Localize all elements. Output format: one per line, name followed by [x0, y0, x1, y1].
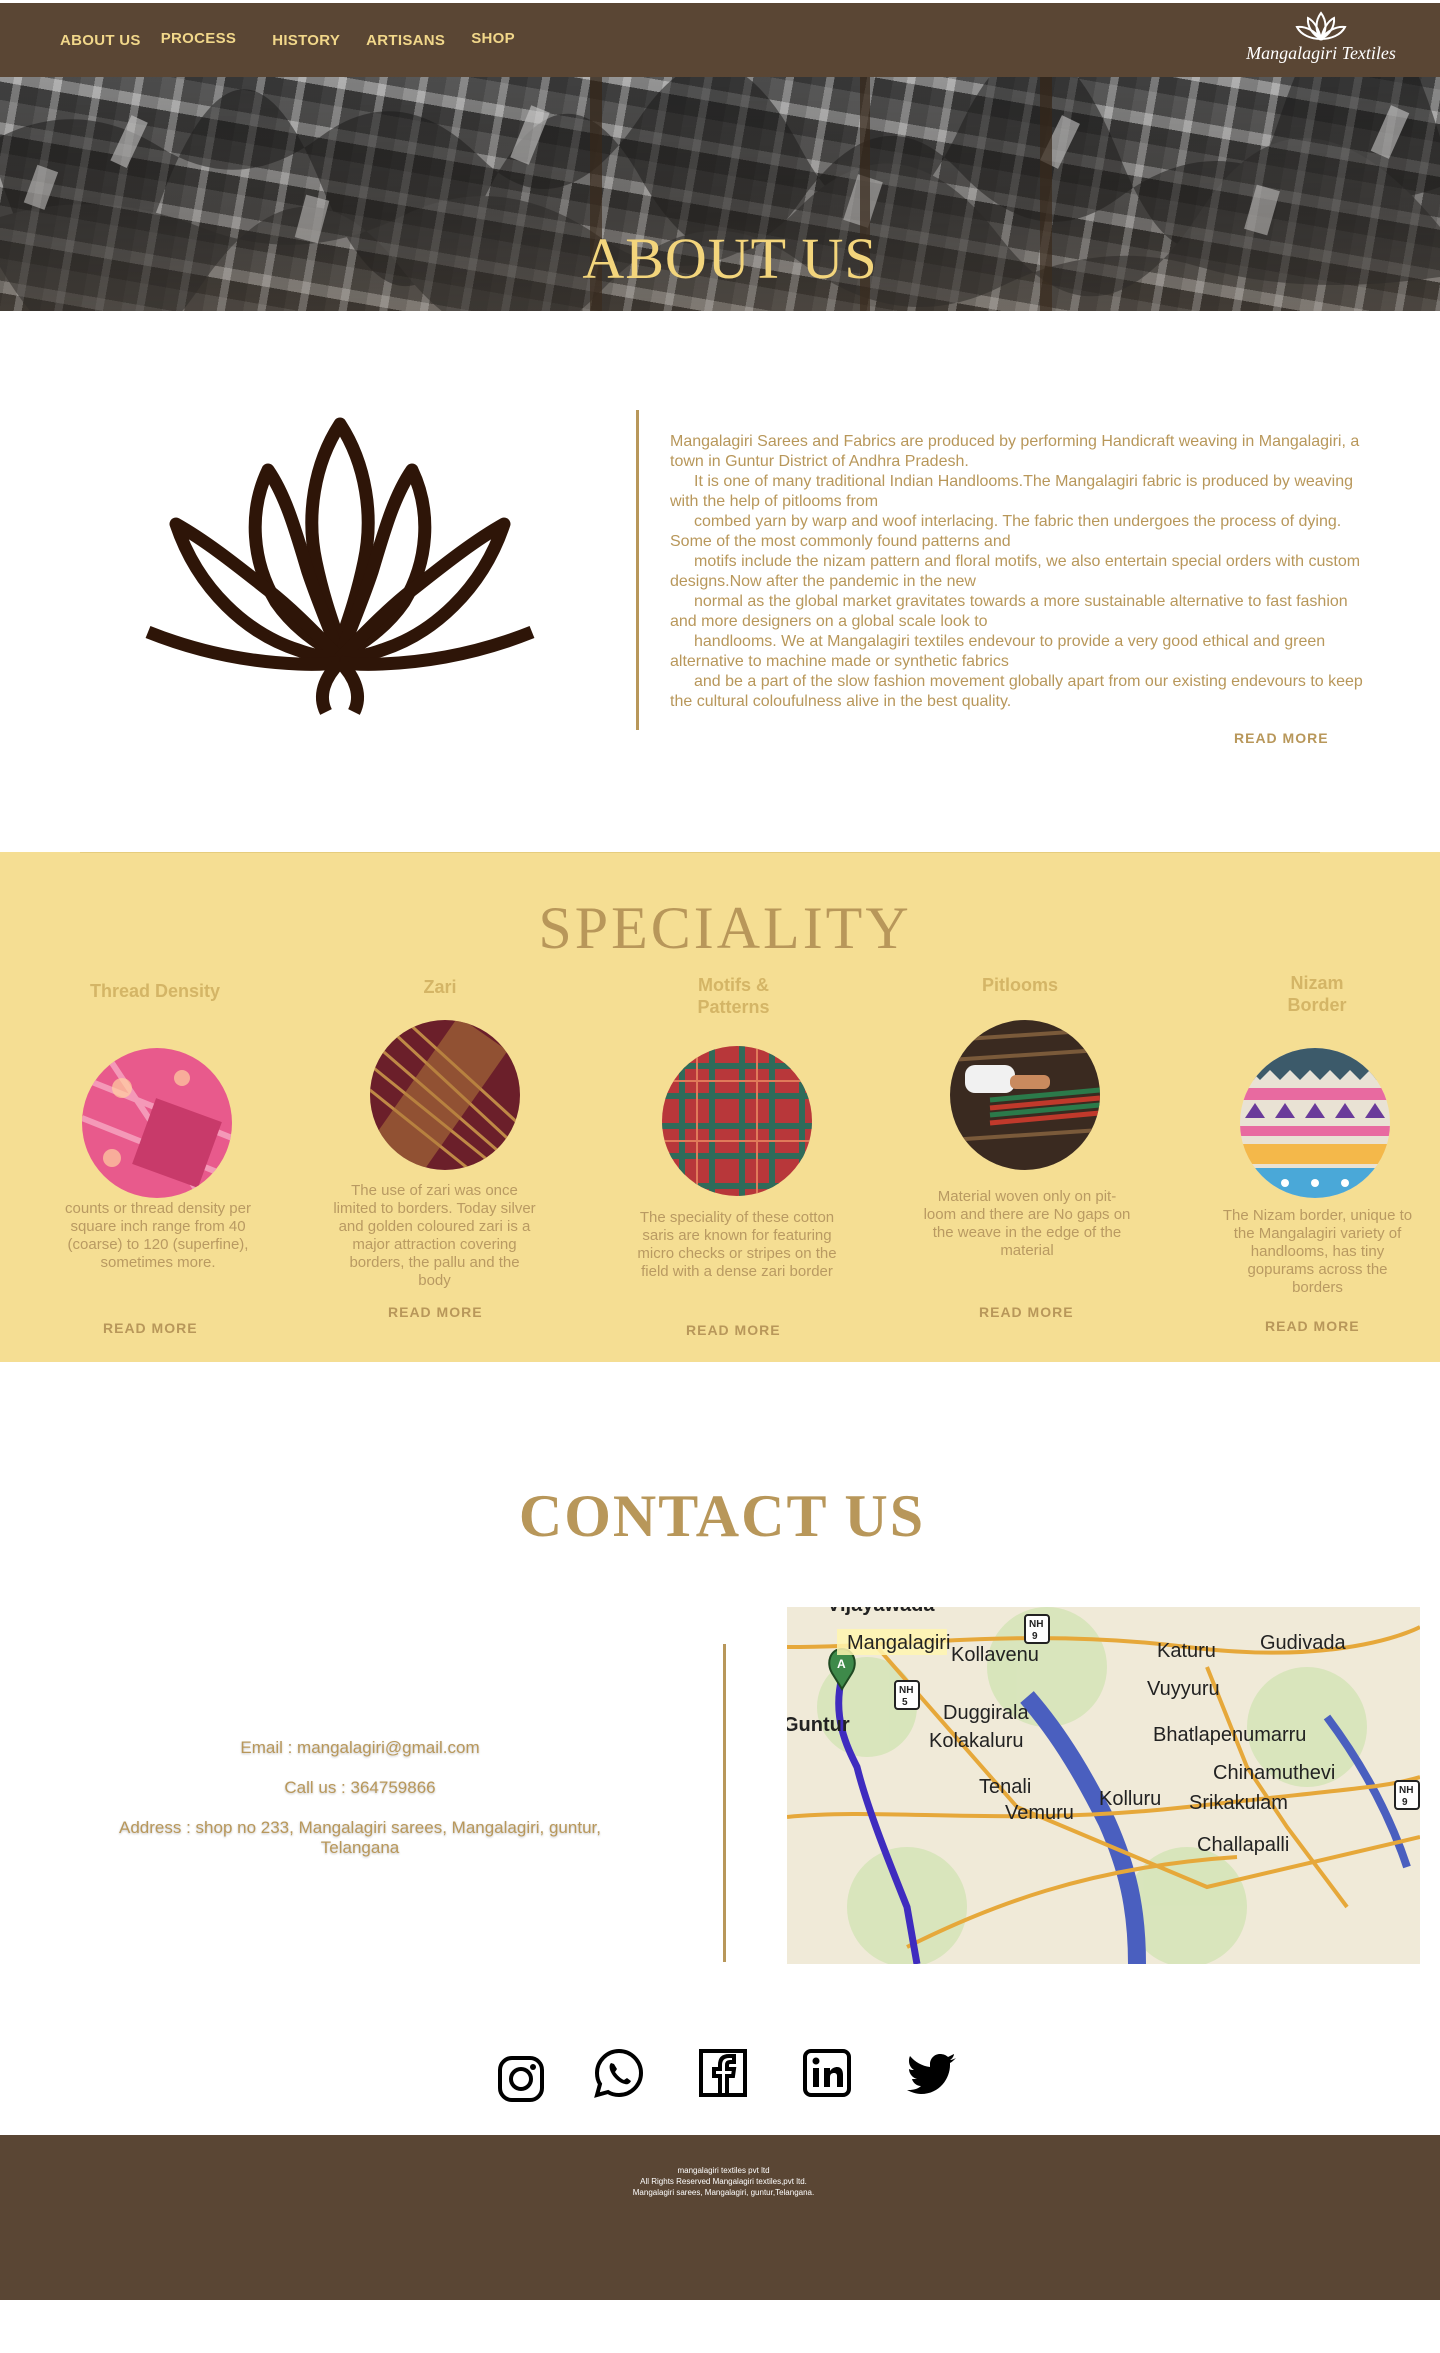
about-read-more-link[interactable]: READ MORE	[1234, 730, 1329, 746]
nizam-border-image	[1240, 1048, 1390, 1198]
speciality-desc: The Nizam border, unique to the Mangalag…	[1222, 1207, 1413, 1296]
nav-about-us[interactable]: ABOUT US	[60, 32, 141, 49]
map-label: Duggirala	[943, 1702, 1029, 1724]
footer-line: mangalagiri textiles pvt ltd	[677, 2166, 770, 2175]
speciality-heading: Thread Density	[89, 981, 221, 1001]
highway-shield-label: NH	[899, 1685, 913, 1696]
nav-artisans[interactable]: ARTISANS	[366, 32, 445, 49]
speciality-heading: Pitlooms	[981, 975, 1058, 995]
hero-banner: ABOUT US	[0, 77, 1440, 311]
footer-text: mangalagiri textiles pvt ltd All Rights …	[0, 2165, 1440, 2198]
linkedin-icon[interactable]	[800, 2046, 854, 2100]
speciality-desc: The speciality of these cotton saris are…	[637, 1209, 837, 1280]
about-paragraph: normal as the global market gravitates t…	[670, 593, 1348, 630]
highway-shield-label: NH	[1399, 1785, 1413, 1796]
map-label: Bhatlapenumarru	[1153, 1724, 1306, 1746]
about-paragraph: handlooms. We at Mangalagiri textiles en…	[670, 633, 1326, 670]
pitlooms-image	[950, 1020, 1100, 1170]
map-label: Tenali	[979, 1776, 1031, 1798]
speciality-desc: counts or thread density per square inch…	[65, 1200, 251, 1271]
top-nav: ABOUT US PROCESS HISTORY ARTISANS SHOP M…	[0, 3, 1440, 77]
speciality-heading: Motifs & Patterns	[697, 975, 770, 1017]
map-label: Kollavenu	[951, 1644, 1039, 1666]
footer: mangalagiri textiles pvt ltd All Rights …	[0, 2135, 1440, 2300]
contact-email[interactable]: Email : mangalagiri@gmail.com	[60, 1738, 660, 1758]
lotus-illustration-icon	[145, 417, 535, 715]
zari-image	[370, 1020, 520, 1170]
footer-line: Mangalagiri sarees, Mangalagiri, guntur,…	[632, 2188, 815, 2197]
speciality-top-line	[80, 852, 1320, 853]
highway-shield-number: 9	[1032, 1631, 1038, 1642]
contact-title: CONTACT US	[518, 1483, 926, 1549]
about-paragraph: combed yarn by warp and woof interlacing…	[670, 513, 1342, 550]
motifs-read-more-link[interactable]: READ MORE	[686, 1322, 781, 1338]
map-label: Srikakulam	[1189, 1792, 1288, 1814]
map-label: Challapalli	[1197, 1834, 1289, 1856]
lotus-logo-icon	[1295, 11, 1347, 41]
instagram-icon[interactable]	[494, 2052, 548, 2106]
map-marker-label: A	[837, 1657, 846, 1671]
speciality-heading-thread-density: Thread Density	[60, 980, 250, 1002]
map-label: Mangalagiri	[847, 1632, 950, 1654]
speciality-heading-pitlooms: Pitlooms	[960, 974, 1080, 996]
zari-read-more-link[interactable]: READ MORE	[388, 1304, 483, 1320]
footer-line: All Rights Reserved Mangalagiri textiles…	[640, 2177, 807, 2186]
map-label: Vuyyuru	[1147, 1678, 1220, 1700]
speciality-desc: The use of zari was once limited to bord…	[333, 1182, 536, 1289]
nav-process[interactable]: PROCESS	[161, 30, 236, 47]
speciality-heading-zari: Zari	[380, 976, 500, 998]
map-label: Kolakaluru	[929, 1730, 1024, 1752]
contact-address: Address : shop no 233, Mangalagiri saree…	[119, 1818, 601, 1857]
speciality-heading: Nizam Border	[1287, 973, 1347, 1015]
logo-text: Mangalagiri Textiles	[1246, 43, 1396, 63]
nav-shop[interactable]: SHOP	[471, 30, 515, 47]
thread-density-image	[82, 1048, 232, 1198]
about-paragraph: It is one of many traditional Indian Han…	[670, 473, 1354, 510]
location-map[interactable]: A Vijayawada Mangalagiri Kollavenu Katur…	[787, 1607, 1420, 1964]
map-graphic: A Vijayawada Mangalagiri Kollavenu Katur…	[787, 1607, 1420, 1964]
pitlooms-read-more-link[interactable]: READ MORE	[979, 1304, 1074, 1320]
map-label: Vemuru	[1005, 1802, 1074, 1824]
twitter-icon[interactable]	[906, 2046, 960, 2100]
about-text: Mangalagiri Sarees and Fabrics are produ…	[670, 432, 1370, 712]
map-label: Guntur	[787, 1714, 850, 1736]
about-divider	[636, 410, 639, 730]
highway-shield-label: NH	[1029, 1619, 1043, 1630]
highway-shield-number: 5	[902, 1697, 908, 1708]
map-label: Vijayawada	[827, 1607, 935, 1616]
brand-logo[interactable]: Mangalagiri Textiles	[1232, 9, 1410, 69]
speciality-title: SPECIALITY	[538, 895, 912, 961]
map-label: Katuru	[1157, 1640, 1216, 1662]
speciality-heading-motifs: Motifs & Patterns	[676, 974, 791, 1018]
speciality-heading: Zari	[423, 977, 457, 997]
speciality-desc: Material woven only on pit-loom and ther…	[923, 1188, 1131, 1259]
about-paragraph: and be a part of the slow fashion moveme…	[670, 673, 1363, 710]
hero-title: ABOUT US	[582, 226, 878, 291]
speciality-heading-nizam-border: Nizam Border	[1262, 972, 1372, 1016]
nav-links: ABOUT US PROCESS HISTORY ARTISANS SHOP	[60, 3, 515, 77]
nizam-border-read-more-link[interactable]: READ MORE	[1265, 1318, 1360, 1334]
map-label: Chinamuthevi	[1213, 1762, 1335, 1784]
contact-divider	[723, 1644, 726, 1962]
about-paragraph: Mangalagiri Sarees and Fabrics are produ…	[670, 433, 1360, 470]
contact-phone[interactable]: Call us : 364759866	[60, 1778, 660, 1798]
speciality-section: SPECIALITY Thread Density counts or thre…	[0, 852, 1440, 1362]
social-links	[0, 2044, 1440, 2114]
facebook-icon[interactable]	[696, 2046, 750, 2100]
nav-history[interactable]: HISTORY	[272, 32, 340, 49]
thread-density-read-more-link[interactable]: READ MORE	[103, 1320, 198, 1336]
motifs-patterns-image	[662, 1046, 812, 1196]
about-paragraph: motifs include the nizam pattern and flo…	[670, 553, 1361, 590]
map-label: Gudivada	[1260, 1632, 1346, 1654]
map-label: Kolluru	[1099, 1788, 1161, 1810]
highway-shield-number: 9	[1402, 1797, 1408, 1808]
whatsapp-icon[interactable]	[592, 2046, 646, 2100]
